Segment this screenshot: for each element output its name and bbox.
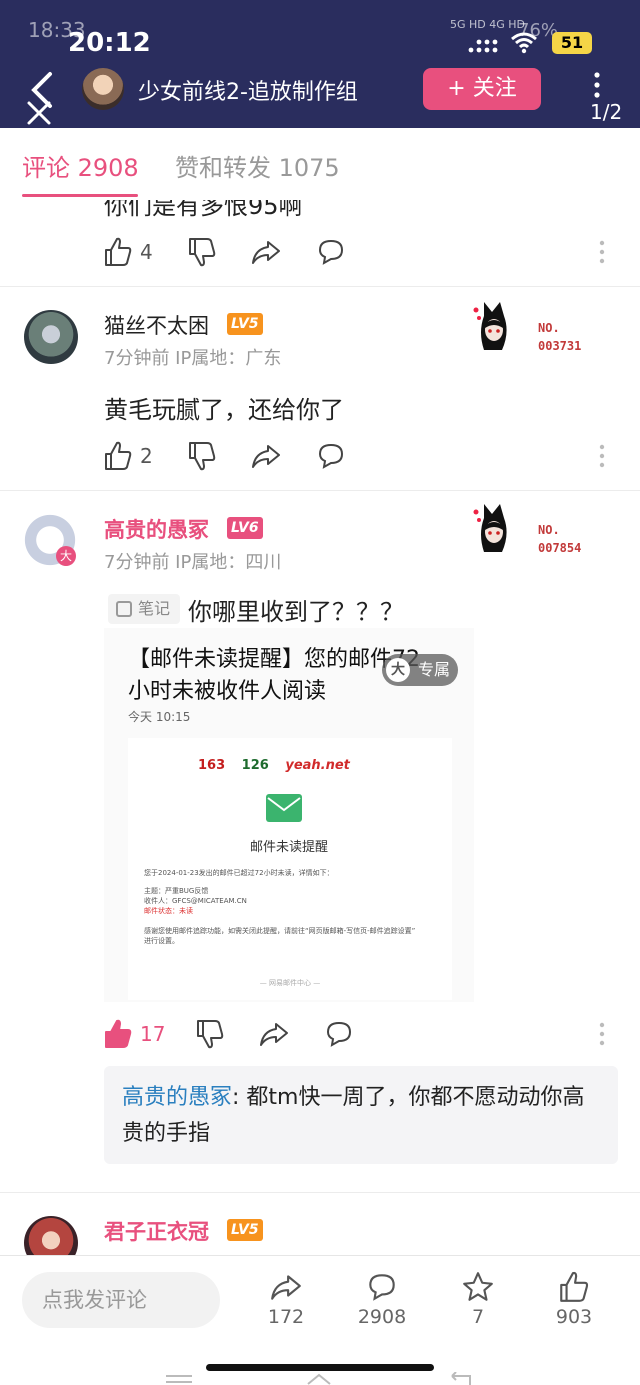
follow-button[interactable]: + 关注 — [423, 68, 541, 110]
mail-line: 收件人：GFCS@MICATEAM.CN — [144, 897, 247, 905]
screenshot-time: 今天 10:15 — [128, 710, 191, 724]
divider — [0, 490, 640, 491]
mail-heading: 邮件未读提醒 — [250, 840, 329, 855]
divider — [0, 286, 640, 287]
comment-username[interactable]: 高贵的愚冢 — [104, 514, 209, 544]
mail-line: 感谢您使用邮件追踪功能，如需关闭此提醒，请前往“网页版邮箱-写信页-邮件追踪设置… — [144, 927, 416, 935]
liked-icon[interactable] — [104, 1018, 132, 1050]
dislike-icon[interactable] — [188, 236, 216, 268]
comment-input[interactable]: 点我发评论 — [22, 1272, 220, 1328]
comment-meta: 7分钟前 IP属地：广东 — [104, 348, 282, 369]
channel-name[interactable]: 少女前线2-追放制作组 — [138, 74, 358, 106]
level-badge: LV5 — [227, 1219, 263, 1241]
more-icon[interactable] — [598, 440, 606, 472]
avatar-badge: 大 — [56, 546, 76, 566]
app-screen: 18:33 20:12 5G HD 4G HD 76% 51 少女前线2-追放制… — [0, 0, 640, 1385]
like-icon[interactable] — [104, 440, 132, 472]
like-count: 4 — [140, 240, 153, 264]
comment-username[interactable]: 君子正衣冠 — [104, 1216, 209, 1246]
note-tag-label: 笔记 — [138, 599, 171, 618]
like-action[interactable]: 903 — [534, 1270, 614, 1328]
action-row: 4 — [104, 236, 624, 270]
share-icon — [271, 1275, 301, 1300]
reply-author[interactable]: 高贵的愚冢 — [122, 1085, 232, 1110]
share-action[interactable]: 172 — [246, 1270, 326, 1328]
like-count: 17 — [140, 1022, 166, 1046]
exclusive-badge[interactable]: 大 专属 — [382, 654, 458, 686]
comment-count: 2908 — [357, 1306, 407, 1328]
tab-comments[interactable]: 评论 2908 — [22, 148, 139, 183]
comment-text: 你哪里收到了？？？ — [188, 598, 404, 626]
more-options-icon[interactable] — [590, 70, 604, 104]
brand-163: 163 — [198, 758, 226, 773]
reply-icon[interactable] — [324, 1018, 354, 1050]
share-icon[interactable] — [250, 236, 282, 268]
mail-line: 邮件状态：未读 — [144, 907, 193, 915]
star-icon — [463, 1272, 493, 1301]
fan-number: 007854 — [538, 541, 582, 555]
wifi-icon — [511, 32, 537, 54]
tab-likes-reposts[interactable]: 赞和转发 1075 — [175, 148, 340, 183]
reply-icon[interactable] — [316, 236, 346, 268]
tab-bar: 评论 2908 赞和转发 1075 — [0, 128, 640, 200]
clipped-comment: 你们是有多恨95啊 — [0, 200, 640, 220]
fan-number-label: NO. — [538, 523, 560, 537]
note-icon — [116, 601, 132, 617]
note-tag[interactable]: 笔记 — [108, 594, 180, 624]
level-badge: LV5 — [227, 313, 263, 335]
comment-text: 你们是有多恨95啊 — [104, 200, 303, 220]
fan-number: 003731 — [538, 339, 582, 353]
battery-indicator: 51 — [552, 32, 592, 54]
reply-icon[interactable] — [316, 440, 346, 472]
mail-card: 163 126 yeah.net 邮件未读提醒 您于2024-01-23发出的邮… — [128, 738, 452, 1000]
divider — [0, 1192, 640, 1193]
dislike-icon[interactable] — [188, 440, 216, 472]
mail-line: 您于2024-01-23发出的邮件已超过72小时未读，详情如下： — [144, 869, 334, 877]
reply-preview[interactable]: 高贵的愚冢: 都tm快一周了，你都不愿动动你高贵的手指 — [104, 1066, 618, 1164]
home-indicator[interactable] — [206, 1364, 434, 1371]
status-time: 20:12 — [68, 28, 151, 58]
share-icon[interactable] — [250, 440, 282, 472]
comment-username[interactable]: 猫丝不太困 — [104, 310, 209, 340]
fan-number-label: NO. — [538, 321, 560, 335]
mail-footer: — 网易邮件中心 — — [259, 979, 321, 987]
back-icon — [451, 1372, 471, 1385]
brand-yeah: yeah.net — [285, 758, 350, 773]
like-icon — [560, 1271, 589, 1302]
exclusive-label: 专属 — [418, 660, 451, 679]
dislike-icon[interactable] — [196, 1018, 224, 1050]
share-count: 172 — [267, 1306, 305, 1328]
more-icon[interactable] — [598, 236, 606, 268]
menu-icon — [166, 1375, 192, 1383]
bottom-bar: 点我发评论 172 2908 7 903 — [0, 1255, 640, 1385]
mail-line: 主题：严重BUG反馈 — [144, 887, 209, 895]
brand-126: 126 — [241, 758, 269, 773]
comment-icon — [369, 1274, 395, 1301]
page-indicator: 1/2 — [590, 100, 623, 124]
action-row: 2 — [104, 440, 624, 474]
active-tab-indicator — [22, 194, 138, 197]
share-icon[interactable] — [258, 1018, 290, 1050]
home-icon — [307, 1373, 331, 1385]
top-bar: 18:33 20:12 5G HD 4G HD 76% 51 少女前线2-追放制… — [0, 0, 640, 128]
like-count: 903 — [555, 1306, 593, 1328]
more-icon[interactable] — [598, 1018, 606, 1050]
mail-icon — [266, 794, 302, 822]
close-icon[interactable] — [26, 100, 52, 126]
level-badge: LV6 — [227, 517, 263, 539]
comment-text: 黄毛玩腻了，还给你了 — [104, 396, 344, 424]
comment-meta: 7分钟前 IP属地：四川 — [104, 552, 282, 573]
like-count: 2 — [140, 444, 153, 468]
favorite-action[interactable]: 7 — [438, 1270, 518, 1328]
star-count: 7 — [471, 1306, 485, 1328]
action-row: 17 — [104, 1018, 624, 1052]
like-icon[interactable] — [104, 236, 132, 268]
exclusive-dot: 大 — [386, 658, 410, 682]
channel-avatar[interactable] — [82, 68, 124, 110]
comment-action[interactable]: 2908 — [342, 1270, 422, 1328]
signal-icon — [468, 39, 498, 53]
mail-brands: 163 126 yeah.net — [198, 758, 438, 773]
mail-line: 进行设置。 — [144, 937, 179, 945]
avatar[interactable] — [24, 310, 78, 364]
